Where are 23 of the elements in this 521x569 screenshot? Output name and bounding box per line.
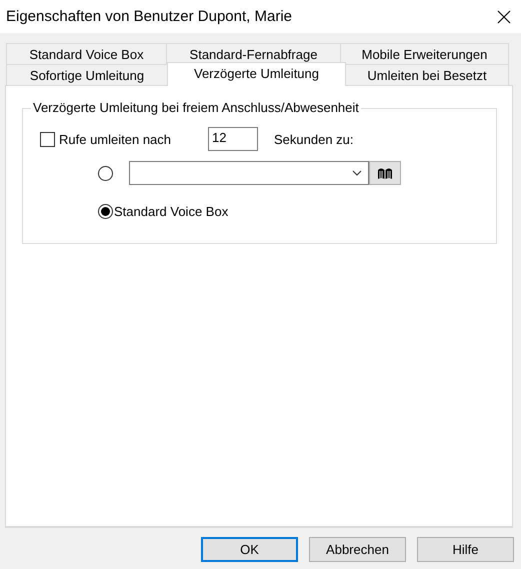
- radio-label[interactable]: Standard Voice Box: [114, 204, 228, 218]
- caret-icon: [352, 170, 362, 176]
- tab[interactable]: Standard-Fernabfrage: [166, 43, 341, 64]
- tab[interactable]: Standard Voice Box: [6, 43, 167, 64]
- dialog-button[interactable]: Abbrechen: [309, 537, 406, 562]
- dialog-button[interactable]: OK: [201, 537, 298, 562]
- tab[interactable]: Sofortige Umleitung: [6, 64, 168, 85]
- radio-button[interactable]: [98, 166, 113, 180]
- group-title: Verzögerte Umleitung bei freiem Anschluss/Abwesenheit: [31, 100, 361, 115]
- seconds-field[interactable]: 12: [208, 127, 258, 151]
- tab[interactable]: Mobile Erweiterungen: [340, 43, 509, 64]
- close-icon[interactable]: [497, 10, 511, 24]
- tab[interactable]: Verzögerte Umleitung: [167, 62, 346, 86]
- seconds-label: Sekunden zu:: [274, 132, 354, 146]
- window-title: Eigenschaften von Benutzer Dupont, Marie: [6, 8, 292, 25]
- book-button[interactable]: [369, 161, 401, 185]
- checkbox-label[interactable]: Rufe umleiten nach: [59, 132, 172, 146]
- dialog-button[interactable]: Hilfe: [417, 537, 514, 562]
- combo-box[interactable]: [129, 161, 369, 185]
- radio-button[interactable]: [98, 204, 113, 218]
- checkbox[interactable]: [40, 132, 55, 146]
- tab[interactable]: Umleiten bei Besetzt: [345, 64, 509, 85]
- book-icon: [377, 166, 393, 180]
